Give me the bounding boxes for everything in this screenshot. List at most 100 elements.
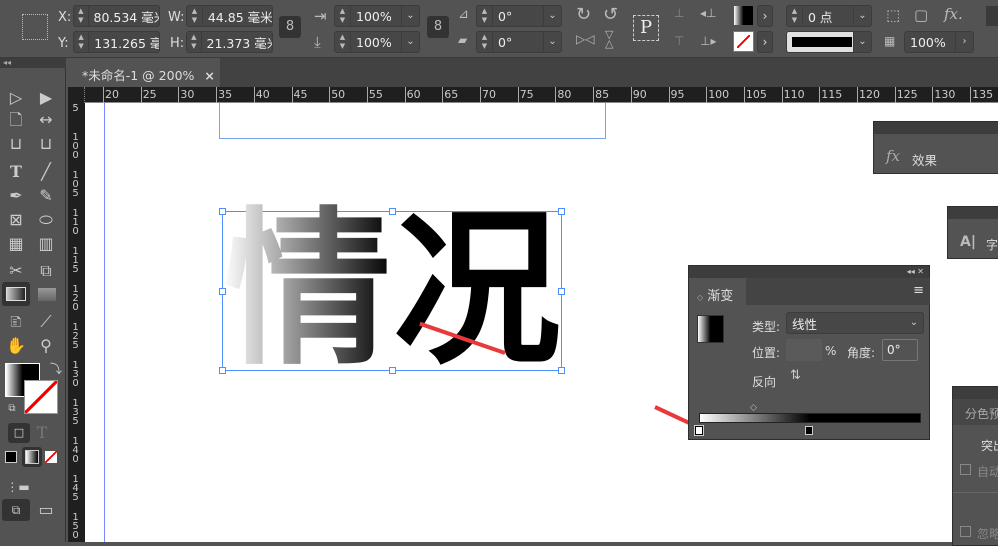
scale-y-field[interactable]: ▲ ▼ 100% ⌄ bbox=[334, 31, 420, 53]
ruler-origin[interactable] bbox=[68, 87, 85, 103]
default-colors-icon[interactable]: ⧉ bbox=[0, 398, 24, 420]
stroke-swatch[interactable] bbox=[733, 31, 754, 52]
rotate-ccw-icon[interactable]: ↺ bbox=[603, 4, 618, 25]
panel-controls[interactable]: ◂◂ ✕ bbox=[689, 266, 929, 278]
stroke-weight-field[interactable]: ▲ ▼ 0 点 ⌄ bbox=[786, 5, 872, 27]
gap-tool-icon[interactable]: ↔ bbox=[34, 109, 58, 131]
stroke-color-swatch[interactable] bbox=[24, 380, 58, 414]
content-placer-icon[interactable]: ⊔ bbox=[34, 133, 58, 155]
pen-tool-icon[interactable]: ✒ bbox=[4, 185, 28, 207]
position-field[interactable] bbox=[786, 339, 822, 361]
stroke-type-select[interactable]: ⌄ bbox=[786, 31, 872, 53]
shear-field[interactable]: ▲ ▼ 0° ⌄ bbox=[476, 31, 562, 53]
gradient-swatch-tool[interactable] bbox=[2, 282, 30, 306]
p-icon[interactable]: P bbox=[633, 15, 659, 41]
selection-tool-icon[interactable]: ▷ bbox=[4, 87, 28, 109]
ruler-label: 120 bbox=[72, 284, 79, 313]
panel-menu-icon[interactable]: ≡ bbox=[746, 278, 930, 305]
rotate-cw-icon[interactable]: ↻ bbox=[576, 4, 591, 25]
corner-options-icon[interactable]: ⬚ bbox=[886, 6, 900, 24]
collapse-icon[interactable]: ◂◂ bbox=[0, 58, 66, 68]
auto-label: 自动 bbox=[977, 465, 998, 479]
rotate-icon: ⊿ bbox=[458, 7, 469, 22]
reference-point-icon[interactable] bbox=[22, 14, 48, 40]
panel-menu-icon[interactable] bbox=[986, 6, 998, 26]
line-tool-icon[interactable]: ╱ bbox=[34, 161, 58, 183]
fx-icon[interactable]: fx. bbox=[944, 5, 963, 23]
gradient-feather-tool-icon[interactable] bbox=[38, 288, 56, 301]
character-panel-title[interactable]: 字 bbox=[986, 236, 998, 253]
x-field[interactable]: ▲ ▼ 80.534 毫米 bbox=[73, 5, 160, 27]
flip-vertical-icon[interactable]: ▽ △ bbox=[605, 29, 613, 49]
ruler-label: 135 bbox=[972, 88, 994, 101]
content-collector-icon[interactable]: ⊔ bbox=[4, 133, 28, 155]
ellipse-tool-icon[interactable]: ⬭ bbox=[34, 209, 58, 231]
scissors-tool-icon[interactable]: ✂ bbox=[4, 260, 28, 282]
scale-link-icon[interactable]: 8 bbox=[427, 16, 449, 38]
rotate-field[interactable]: ▲ ▼ 0° ⌄ bbox=[476, 5, 562, 27]
ruler-tick bbox=[517, 87, 519, 103]
formatting-text-icon[interactable]: T bbox=[30, 422, 54, 444]
effects-panel-title[interactable]: 效果 bbox=[912, 150, 937, 169]
divider bbox=[953, 492, 998, 493]
ruler-label: 95 bbox=[670, 88, 685, 101]
type-select[interactable]: 线性 ⌄ bbox=[786, 312, 924, 334]
vertical-ruler[interactable]: 95100105110115120125130135140145150 bbox=[68, 95, 85, 542]
opacity-field[interactable]: 100% › bbox=[904, 31, 974, 53]
fill-swatch[interactable] bbox=[734, 6, 753, 25]
scale-x-field[interactable]: ▲ ▼ 100% ⌄ bbox=[334, 5, 420, 27]
fill-menu-button[interactable]: › bbox=[757, 5, 773, 27]
w-field[interactable]: ▲ ▼ 44.85 毫米 bbox=[186, 5, 273, 27]
free-transform-tool-icon[interactable]: ⧉ bbox=[34, 260, 58, 282]
separations-panel-title[interactable]: 分色预 bbox=[953, 399, 998, 425]
ruler-label: 150 bbox=[72, 512, 79, 541]
horizontal-ruler[interactable]: 20 25 30 35 40 45 50 55 60 65 70 75 80 85 90 95 100 105 11… bbox=[68, 87, 998, 103]
type-tool-icon[interactable]: T bbox=[4, 161, 28, 183]
fx-icon: fx bbox=[886, 147, 901, 165]
frame-grid-icon[interactable]: ⋮▬ bbox=[6, 476, 30, 498]
gradient-stop-white[interactable] bbox=[694, 425, 704, 436]
align-bottom-icon[interactable]: ⊤ bbox=[674, 34, 684, 48]
eyedropper-tool-icon[interactable]: ⟋ bbox=[34, 311, 58, 333]
zoom-tool-icon[interactable]: ⚲ bbox=[34, 335, 58, 357]
distribute-icon[interactable]: ◂⊥ bbox=[700, 6, 716, 20]
page-tool-icon[interactable]: 🗋 bbox=[4, 109, 28, 131]
stroke-menu-button[interactable]: › bbox=[757, 31, 773, 53]
gradient-stop-black[interactable] bbox=[805, 426, 813, 435]
distribute-right-icon[interactable]: ⊥▸ bbox=[700, 34, 716, 48]
formatting-container-icon[interactable]: □ bbox=[8, 423, 30, 443]
auto-checkbox[interactable] bbox=[960, 464, 971, 475]
rectangle-frame-tool-icon[interactable]: ⊠ bbox=[4, 209, 28, 231]
table-tool-icon[interactable]: ▦ bbox=[4, 233, 28, 255]
flip-horizontal-icon[interactable]: ▷◁ bbox=[576, 32, 594, 46]
hand-tool-icon[interactable]: ✋ bbox=[4, 335, 28, 357]
h-field[interactable]: ▲ ▼ 21.373 毫米 bbox=[186, 31, 273, 53]
pencil-tool-icon[interactable]: ✎ bbox=[34, 185, 58, 207]
angle-field[interactable]: 0° bbox=[882, 339, 918, 361]
normal-view-icon[interactable]: ⧉ bbox=[2, 499, 30, 521]
reverse-gradient-icon[interactable]: ⇅ bbox=[790, 368, 801, 383]
apply-none-icon[interactable] bbox=[45, 451, 57, 463]
y-field[interactable]: ▲ ▼ 131.265 毫 bbox=[73, 31, 160, 53]
gradient-text[interactable]: 情况 bbox=[223, 190, 563, 390]
midpoint-diamond[interactable]: ◇ bbox=[750, 403, 757, 413]
drop-shadow-icon[interactable]: ▢ bbox=[914, 6, 928, 24]
align-icon[interactable]: ⊥ bbox=[674, 6, 684, 20]
constrain-link-icon[interactable]: 8 bbox=[279, 16, 301, 38]
apply-color-icon[interactable] bbox=[5, 451, 17, 463]
swap-colors-icon[interactable]: ⤵ bbox=[44, 358, 68, 380]
ignore-checkbox[interactable] bbox=[960, 526, 971, 537]
screen-mode-icon[interactable]: ▭ bbox=[34, 499, 58, 521]
gradient-ramp[interactable] bbox=[699, 413, 921, 423]
text-frame-top[interactable] bbox=[219, 103, 606, 139]
type-label: 类型: bbox=[752, 320, 781, 334]
close-tab-icon[interactable]: × bbox=[204, 68, 214, 83]
note-tool-icon[interactable]: 🗈 bbox=[4, 311, 28, 333]
gradient-tab[interactable]: ◇ 渐变 bbox=[689, 278, 746, 305]
direct-selection-tool-icon[interactable]: ▶ bbox=[34, 87, 58, 109]
ruler-label: 60 bbox=[406, 88, 421, 101]
document-tab[interactable]: *未命名-1 @ 200% × bbox=[68, 58, 220, 87]
apply-gradient-button[interactable] bbox=[22, 447, 42, 467]
selected-text-frame[interactable]: 情况 bbox=[219, 192, 565, 388]
table-column-icon[interactable]: ▥ bbox=[34, 233, 58, 255]
